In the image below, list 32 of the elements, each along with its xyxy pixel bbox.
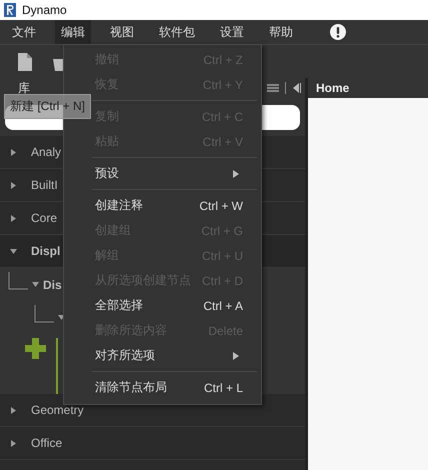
menu-item[interactable]: 帮助 <box>263 20 299 44</box>
menu-entry[interactable]: 对齐所选项 <box>64 343 261 368</box>
alert-icon[interactable] <box>330 24 346 40</box>
menu-item[interactable]: 文件 <box>6 20 42 44</box>
menu-entry[interactable]: 全部选择 Ctrl + A <box>64 293 261 318</box>
collapsed-arrow-icon <box>10 406 17 414</box>
menu-item[interactable]: 软件包 <box>153 20 201 44</box>
library-title: 库 <box>18 80 30 96</box>
expanded-arrow-icon <box>10 248 17 254</box>
window-title: Dynamo <box>22 3 67 17</box>
add-icon[interactable] <box>25 338 46 359</box>
menu-entry[interactable]: 创建注释 Ctrl + W <box>64 193 261 218</box>
expanded-arrow-icon[interactable] <box>32 281 39 288</box>
collapsed-arrow-icon <box>10 214 17 222</box>
submenu-arrow-icon <box>233 170 239 178</box>
app-logo-icon <box>4 3 16 17</box>
submenu-arrow-icon <box>233 352 239 360</box>
collapsed-arrow-icon <box>10 182 17 188</box>
collapsed-arrow-icon <box>10 148 17 156</box>
new-file-icon[interactable] <box>18 52 32 70</box>
subcategory-label[interactable]: Dis <box>43 278 62 292</box>
menu-item[interactable]: 视图 <box>104 20 140 44</box>
menu-entry[interactable]: 预设 <box>64 161 261 186</box>
menu-item[interactable]: 设置 <box>214 20 250 44</box>
collapsed-arrow-icon <box>10 440 17 446</box>
tooltip: 新建 [Ctrl + N] <box>4 94 92 119</box>
category-row[interactable]: Office <box>0 427 305 460</box>
menu-item[interactable]: 编辑 <box>55 20 91 44</box>
collapse-icon[interactable] <box>291 82 301 94</box>
home-tab[interactable]: Home <box>316 81 350 95</box>
tree-line <box>8 272 28 290</box>
tree-line <box>34 305 54 323</box>
